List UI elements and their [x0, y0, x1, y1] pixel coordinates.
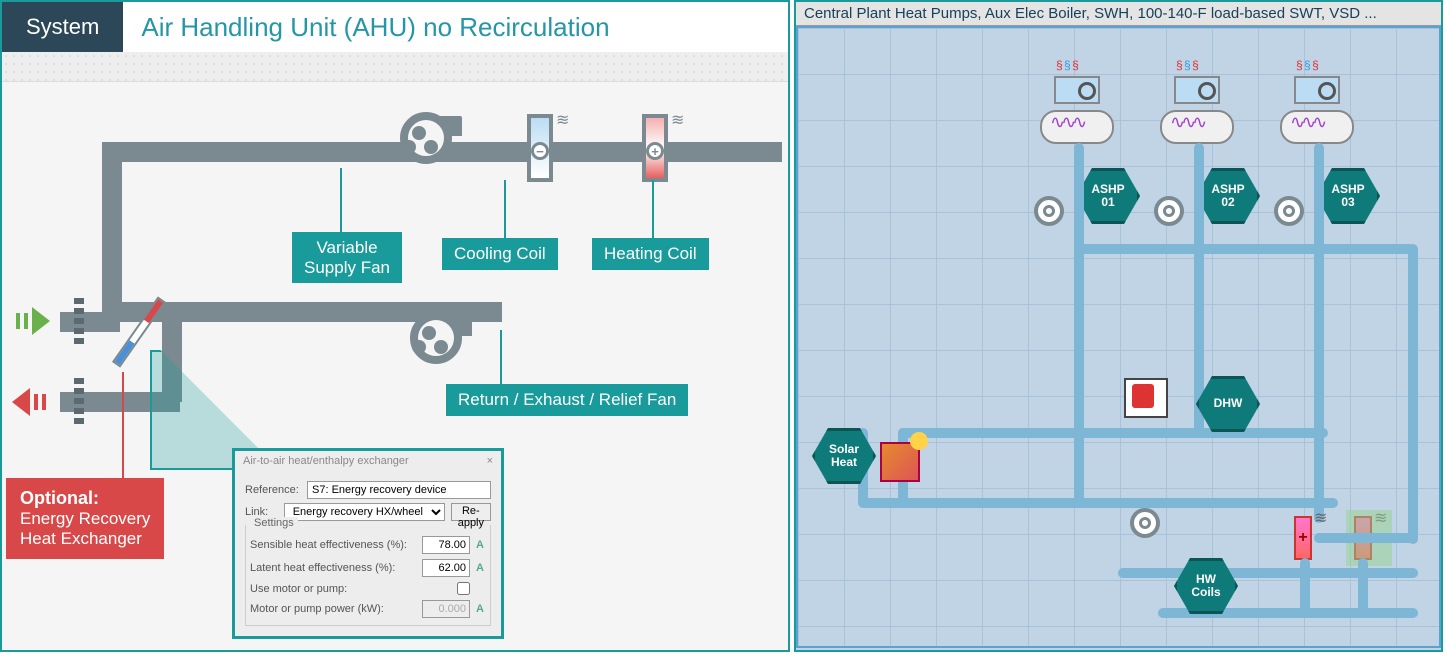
central-plant-panel: Central Plant Heat Pumps, Aux Elec Boile… — [794, 0, 1443, 652]
ashp2-waves-icon: § § § — [1176, 58, 1198, 72]
reference-input[interactable] — [307, 481, 491, 499]
coil2-drop — [1358, 558, 1368, 612]
auto-indicator-icon: A — [474, 562, 486, 574]
ashp1-fan-icon — [1078, 82, 1096, 100]
auto-indicator-icon: A — [474, 539, 486, 551]
settings-group: Sensible heat effectiveness (%): A Laten… — [245, 525, 491, 626]
intake-stub — [60, 312, 120, 332]
latent-label: Latent heat effectiveness (%): — [250, 562, 418, 574]
optional-connector — [122, 372, 124, 484]
ashp3-label: ASHP 03 — [1316, 168, 1380, 224]
hw-coils-label: HW Coils — [1174, 558, 1238, 614]
ashp1-pipe — [1074, 143, 1084, 503]
ashp2-fan-icon — [1198, 82, 1216, 100]
system-tag: System — [2, 2, 123, 52]
ahu-header: System Air Handling Unit (AHU) no Recirc… — [2, 2, 788, 52]
hx-properties-dialog[interactable]: Air-to-air heat/enthalpy exchanger × Ref… — [232, 448, 504, 639]
cooling-coil-label: Cooling Coil — [442, 238, 558, 270]
dot-grid-strip — [2, 52, 788, 82]
exhaust-arrow-icon — [12, 388, 50, 416]
sun-icon — [910, 432, 928, 450]
ashp3-pump-icon — [1274, 196, 1304, 226]
ashp3-fan-icon — [1318, 82, 1336, 100]
dialog-title-text: Air-to-air heat/enthalpy exchanger — [243, 455, 409, 467]
ashp3-coil-icon: ∿∿∿ — [1290, 112, 1323, 133]
cooling-connector — [504, 180, 506, 238]
auto-indicator-icon: A — [474, 603, 486, 615]
sensible-label: Sensible heat effectiveness (%): — [250, 539, 418, 551]
ashp1-waves-icon: § § § — [1056, 58, 1078, 72]
duct-riser-supply — [102, 142, 122, 322]
motor-checkbox[interactable] — [457, 582, 470, 595]
return-fan-label: Return / Exhaust / Relief Fan — [446, 384, 688, 416]
hw-supply-pipe — [1118, 568, 1418, 578]
optional-body: Energy Recovery Heat Exchanger — [20, 509, 150, 548]
exhaust-damper — [74, 378, 84, 424]
coil-feed-pipe — [1314, 533, 1414, 543]
reapply-button[interactable]: Re-apply — [451, 503, 491, 521]
ahu-diagram-panel: System Air Handling Unit (AHU) no Recirc… — [0, 0, 790, 652]
ahu-title: Air Handling Unit (AHU) no Recirculation — [123, 2, 627, 52]
heat-waves-icon: ≋ — [671, 110, 682, 130]
return-fan-connector — [500, 330, 502, 384]
dhw-label: DHW — [1196, 376, 1260, 432]
hw-coil1-icon: + — [1294, 516, 1312, 560]
reference-label: Reference: — [245, 484, 301, 496]
cooling-coil-icon: − — [527, 114, 553, 182]
ashp3-waves-icon: § § § — [1296, 58, 1318, 72]
power-label: Motor or pump power (kW): — [250, 603, 418, 615]
boiler-icon — [1124, 378, 1168, 418]
dialog-titlebar: Air-to-air heat/enthalpy exchanger × — [235, 451, 501, 471]
ashp2-label: ASHP 02 — [1196, 168, 1260, 224]
sensible-input[interactable] — [422, 536, 470, 554]
ashp1-coil-icon: ∿∿∿ — [1050, 112, 1083, 133]
intake-damper — [74, 298, 84, 344]
heating-coil-icon: + — [642, 114, 668, 182]
coil1-drop — [1300, 558, 1310, 612]
supply-fan-connector — [340, 168, 342, 234]
header-pipe-low — [858, 498, 1338, 508]
supply-fan-icon — [392, 112, 462, 172]
ashp1-label: ASHP 01 — [1076, 168, 1140, 224]
return-fan-icon — [402, 312, 472, 372]
central-plant-canvas: § § § ∿∿∿ ASHP 01 § § § ∿∿∿ ASHP 02 § § … — [796, 26, 1441, 648]
hw-coil1-waves-icon: ≋ — [1314, 508, 1325, 528]
power-input[interactable] — [422, 600, 470, 618]
optional-label: Optional: Energy Recovery Heat Exchanger — [6, 478, 164, 559]
heating-coil-label: Heating Coil — [592, 238, 709, 270]
latent-input[interactable] — [422, 559, 470, 577]
header-pipe-top — [1074, 244, 1414, 254]
ashp2-pump-icon — [1154, 196, 1184, 226]
supply-fan-label: Variable Supply Fan — [292, 232, 402, 283]
optional-title: Optional: — [20, 488, 99, 508]
right-riser — [1408, 244, 1418, 544]
heating-connector — [652, 180, 654, 238]
close-icon[interactable]: × — [487, 455, 493, 467]
hw-pump-icon — [1130, 508, 1160, 538]
intake-arrow-icon — [12, 307, 50, 335]
link-select[interactable]: Energy recovery HX/wheel — [284, 503, 445, 521]
motor-label: Use motor or pump: — [250, 583, 453, 595]
central-plant-title: Central Plant Heat Pumps, Aux Elec Boile… — [796, 2, 1441, 26]
cool-waves-icon: ≋ — [556, 110, 567, 130]
ashp2-pipe — [1194, 143, 1204, 433]
header-pipe-mid — [898, 428, 1328, 438]
ashp3-pipe — [1314, 143, 1324, 523]
ahu-canvas: Variable Supply Fan − ≋ Cooling Coil + ≋… — [2, 82, 788, 650]
ashp2-coil-icon: ∿∿∿ — [1170, 112, 1203, 133]
ashp1-pump-icon — [1034, 196, 1064, 226]
